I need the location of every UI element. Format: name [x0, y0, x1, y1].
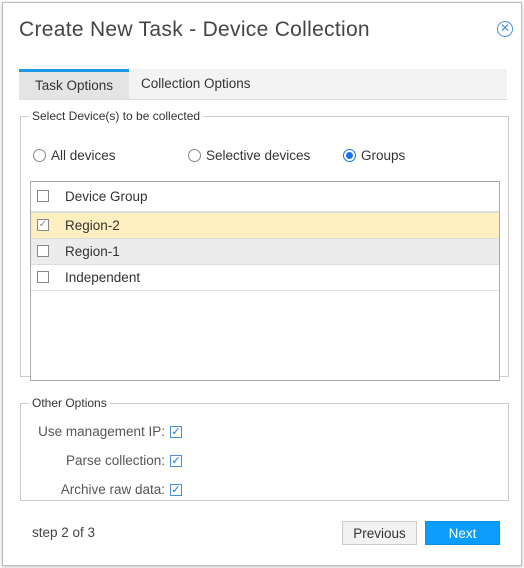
previous-button[interactable]: Previous: [342, 521, 417, 545]
tab-task-options[interactable]: Task Options: [19, 69, 130, 99]
next-button[interactable]: Next: [425, 521, 500, 545]
other-options-legend: Other Options: [32, 396, 107, 410]
table-row[interactable]: Region-1: [31, 239, 499, 265]
tab-bar: Task Options Collection Options: [19, 69, 507, 100]
select-devices-legend: Select Device(s) to be collected: [32, 109, 201, 123]
row-label: Region-1: [65, 244, 120, 259]
radio-label: Groups: [361, 148, 406, 163]
option-label: Archive raw data:: [60, 482, 165, 497]
use-management-ip-checkbox[interactable]: ✓: [170, 425, 182, 438]
row-label: Region-2: [65, 218, 120, 233]
row-label: Independent: [65, 270, 141, 285]
radio-all-devices[interactable]: All devices: [33, 148, 116, 163]
close-icon[interactable]: ✕: [497, 21, 513, 37]
radio-groups[interactable]: Groups: [343, 148, 405, 163]
row-checkbox[interactable]: [37, 271, 49, 283]
radio-selected-icon: [343, 149, 356, 162]
row-checkbox[interactable]: [37, 245, 49, 257]
table-row[interactable]: Independent: [31, 265, 499, 291]
radio-circle-icon: [188, 149, 201, 162]
option-use-management-ip: Use management IP: ✓: [38, 424, 182, 439]
create-task-dialog: Create New Task - Device Collection ✕ Ta…: [2, 2, 522, 566]
radio-label: All devices: [51, 148, 116, 163]
option-archive-raw-data: Archive raw data: ✓: [61, 482, 182, 497]
device-group-table: Device Group ✓ Region-2 Region-1 Indepen…: [30, 181, 500, 381]
table-row[interactable]: ✓ Region-2: [31, 213, 499, 239]
other-options-group: Other Options Use management IP: ✓ Parse …: [20, 396, 509, 501]
tab-collection-options[interactable]: Collection Options: [125, 69, 267, 99]
option-parse-collection: Parse collection: ✓: [66, 453, 182, 468]
radio-circle-icon: [33, 149, 46, 162]
radio-selective-devices[interactable]: Selective devices: [188, 148, 310, 163]
row-checkbox[interactable]: ✓: [37, 219, 49, 231]
archive-raw-data-checkbox[interactable]: ✓: [170, 483, 182, 496]
select-all-checkbox[interactable]: [37, 190, 49, 202]
parse-collection-checkbox[interactable]: ✓: [170, 454, 182, 467]
radio-label: Selective devices: [206, 148, 311, 163]
select-devices-group: Select Device(s) to be collected All dev…: [20, 109, 509, 381]
column-header-device-group: Device Group: [65, 189, 148, 204]
option-label: Use management IP:: [38, 424, 165, 439]
table-header: Device Group: [31, 182, 499, 213]
step-indicator: step 2 of 3: [32, 525, 96, 540]
option-label: Parse collection:: [65, 453, 165, 468]
dialog-title: Create New Task - Device Collection: [19, 18, 370, 41]
